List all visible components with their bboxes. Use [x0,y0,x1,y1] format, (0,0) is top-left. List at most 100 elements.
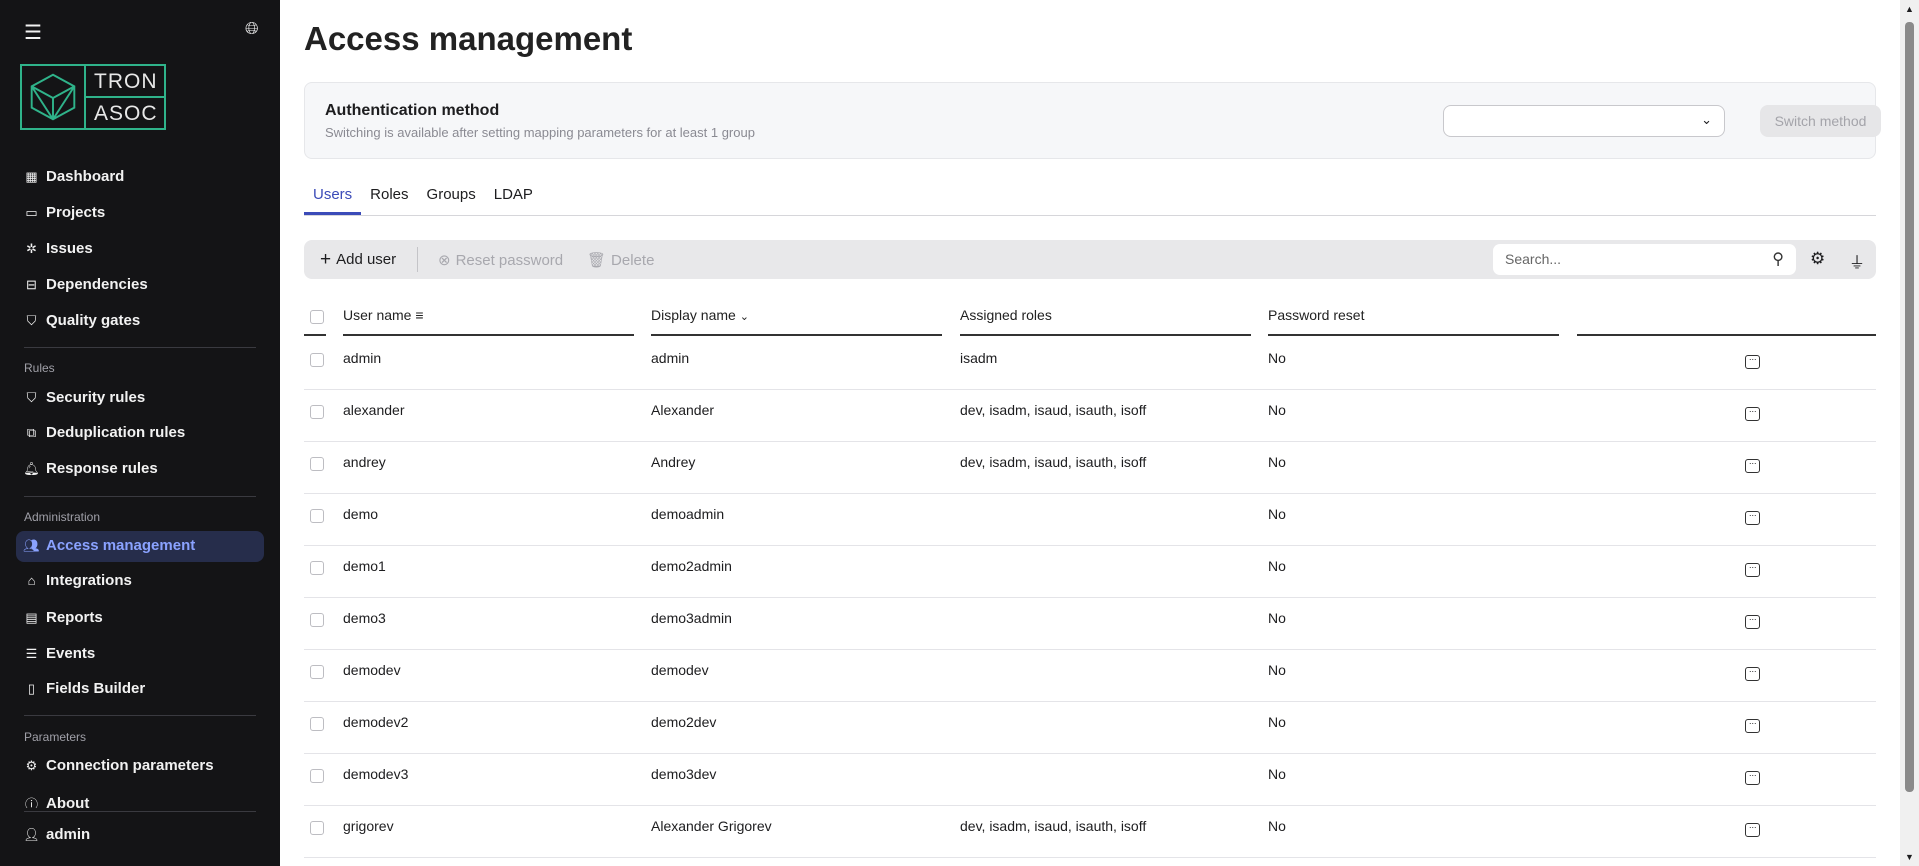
scrollbar[interactable]: ▲ ▼ [1900,0,1919,866]
row-checkbox[interactable] [310,613,324,627]
sidebar-item-issues[interactable]: ✲ Issues [24,240,93,257]
menu-icon[interactable]: ☰ [24,20,42,45]
cell: demodev [651,662,709,678]
switch-method-button[interactable]: Switch method [1760,105,1881,137]
header-underline [304,334,326,336]
user-icon: 👤︎ [23,826,40,842]
reset-password-button[interactable]: ⊗ Reset password [438,251,564,270]
more-actions-icon[interactable]: ··· [1745,615,1760,629]
row-checkbox[interactable] [310,561,324,575]
sidebar-item-events[interactable]: ☰ Events [24,645,96,662]
sidebar-item-access-management[interactable]: 👥︎ Access management [23,537,195,554]
more-actions-icon[interactable]: ··· [1745,563,1760,577]
sidebar-item-fields-builder[interactable]: ▯ Fields Builder [24,680,145,697]
more-actions-icon[interactable]: ··· [1745,667,1760,681]
table-row[interactable]: demo1 demo2admin No ··· [304,546,1876,598]
scroll-down-icon[interactable]: ▼ [1905,852,1914,862]
auth-method-card: Authentication method Switching is avail… [304,82,1881,159]
sidebar-item-reports[interactable]: ▤ Reports [24,609,103,626]
table-row[interactable]: alexander Alexander dev, isadm, isaud, isa… [304,390,1876,442]
divider [24,347,256,348]
sort-icon: ≡ [415,307,424,323]
tab-roles[interactable]: Roles [361,186,417,215]
header-user-name[interactable]: User name ≡ [343,307,424,323]
tab-groups[interactable]: Groups [418,186,485,215]
cell: dev, isadm, isaud, isauth, isoff [960,454,1147,470]
header-display-name[interactable]: Display name ⌄ [651,307,749,323]
sidebar-item-projects[interactable]: ▭ Projects [24,204,105,221]
divider [24,496,256,497]
row-checkbox[interactable] [310,821,324,835]
label: Reset password [455,251,564,269]
tab-ldap[interactable]: LDAP [485,186,542,215]
cell: No [1268,818,1286,834]
table-row[interactable]: admin admin isadm No ··· [304,338,1876,390]
label: Integrations [46,572,132,589]
trash-icon: 🗑︎ [587,252,607,269]
layers-icon: ⧉ [26,424,37,440]
bug-icon: ✲ [26,240,37,256]
cell: No [1268,714,1286,730]
tabs-divider [304,215,1876,216]
auth-subtitle: Switching is available after setting map… [325,125,755,140]
more-actions-icon[interactable]: ··· [1745,459,1760,473]
table-row[interactable]: demo demoadmin No ··· [304,494,1876,546]
label: Reports [46,609,103,626]
cell: No [1268,454,1286,470]
table-row[interactable]: demodev demodev No ··· [304,650,1876,702]
auth-method-select[interactable]: ⌄ [1443,105,1725,137]
book-icon: ⊟ [26,276,37,292]
more-actions-icon[interactable]: ··· [1745,407,1760,421]
sidebar-item-about[interactable]: ⓘ About [24,795,89,808]
search-input[interactable]: Search... ⚲ [1493,244,1796,275]
cell: dev, isadm, isaud, isauth, isoff [960,818,1147,834]
scrollbar-thumb[interactable] [1905,22,1914,792]
divider [24,811,256,812]
sidebar-item-connection-parameters[interactable]: ⚙ Connection parameters [24,757,214,774]
table-row[interactable]: demodev2 demo2dev No ··· [304,702,1876,754]
row-checkbox[interactable] [310,405,324,419]
user-menu[interactable]: 👤︎ admin [23,826,90,843]
header-assigned-roles[interactable]: Assigned roles [960,307,1052,323]
table-row[interactable]: demo3 demo3admin No ··· [304,598,1876,650]
more-actions-icon[interactable]: ··· [1745,771,1760,785]
sidebar-item-response-rules[interactable]: 🔔︎ Response rules [23,460,157,477]
more-actions-icon[interactable]: ··· [1745,719,1760,733]
globe-icon[interactable]: 🌐︎ [245,19,259,39]
row-checkbox[interactable] [310,353,324,367]
more-actions-icon[interactable]: ··· [1745,355,1760,369]
sidebar-item-deduplication-rules[interactable]: ⧉ Deduplication rules [24,424,185,441]
sidebar-item-integrations[interactable]: ⌂ Integrations [24,572,132,589]
row-checkbox[interactable] [310,457,324,471]
table-row[interactable]: demodev3 demo3dev No ··· [304,754,1876,806]
select-all-checkbox[interactable] [310,310,324,324]
scroll-up-icon[interactable]: ▲ [1905,4,1914,14]
cell: demo [343,506,379,522]
row-checkbox[interactable] [310,665,324,679]
shield-icon: ⛉ [26,389,37,405]
sidebar-item-dependencies[interactable]: ⊟ Dependencies [24,276,148,293]
row-checkbox[interactable] [310,509,324,523]
sidebar-item-quality-gates[interactable]: ⛉ Quality gates [24,312,141,329]
label: Issues [46,240,93,257]
table-row[interactable]: grigorev Alexander Grigorev dev, isadm, is… [304,806,1876,858]
row-checkbox[interactable] [310,769,324,783]
add-user-button[interactable]: + Add user [320,250,396,269]
tab-users[interactable]: Users [304,186,362,215]
cell: demo3admin [651,610,732,626]
cell: Alexander [651,402,715,418]
delete-button[interactable]: 🗑︎ Delete [587,251,654,270]
more-actions-icon[interactable]: ··· [1745,511,1760,525]
settings-icon[interactable]: ⚙ [1810,249,1825,269]
filter-icon[interactable]: ⏚ [1849,249,1865,273]
report-icon: ▤ [25,609,38,625]
row-checkbox[interactable] [310,717,324,731]
sidebar-item-security-rules[interactable]: ⛉ Security rules [24,389,146,406]
cell: demo3dev [651,766,717,782]
sidebar: ☰ 🌐︎ TRON ASOC ▦ Dashboard ▭ Projects ✲ Iss… [0,0,280,866]
header-password-reset[interactable]: Password reset [1268,307,1364,323]
more-actions-icon[interactable]: ··· [1745,823,1760,837]
cell: demo2admin [651,558,732,574]
sidebar-item-dashboard[interactable]: ▦ Dashboard [24,168,124,185]
table-row[interactable]: andrey Andrey dev, isadm, isaud, isauth, i… [304,442,1876,494]
